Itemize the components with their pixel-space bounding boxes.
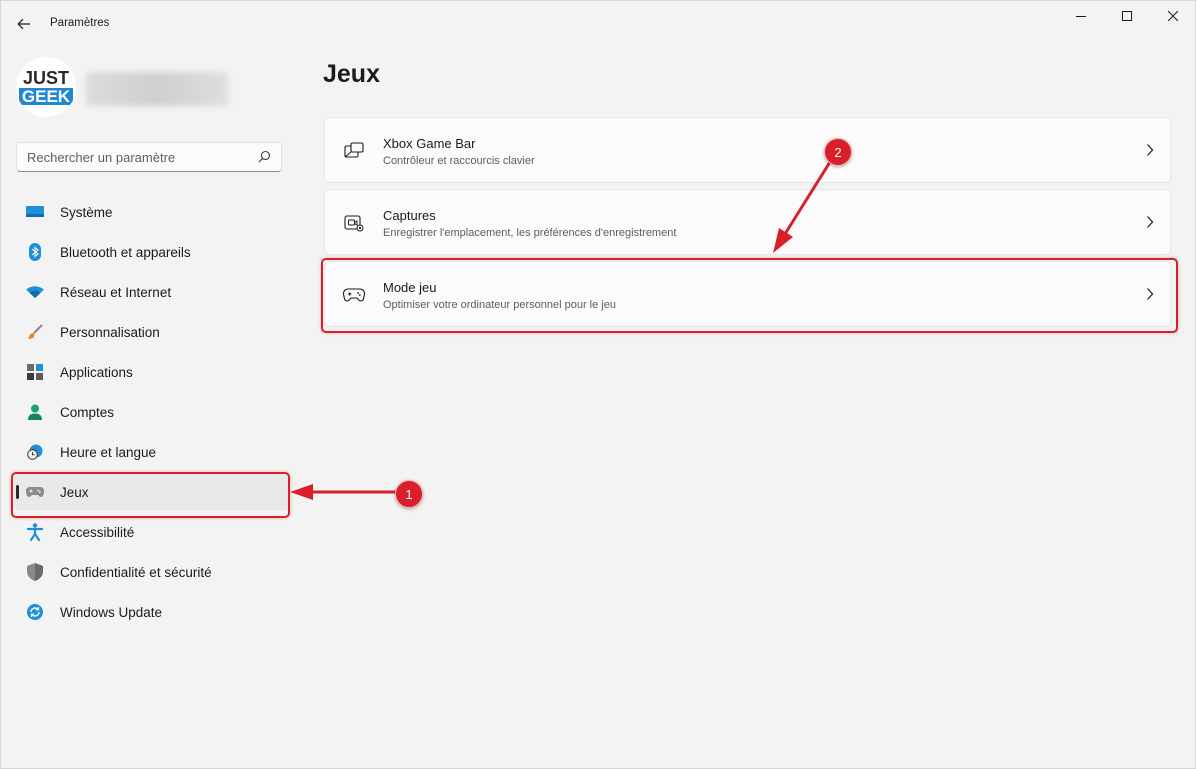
title-bar: Paramètres [0, 0, 1196, 48]
chevron-right-icon [1147, 288, 1154, 300]
step-badge-2: 2 [824, 138, 852, 166]
app-title: Paramètres [50, 17, 110, 29]
profile-name-blurred [86, 72, 228, 106]
minimize-icon [1076, 16, 1086, 17]
card-mode-jeu[interactable]: Mode jeu Optimiser votre ordinateur pers… [324, 261, 1171, 327]
card-subtitle: Optimiser votre ordinateur personnel pou… [383, 299, 616, 311]
chevron-right-icon [1147, 144, 1154, 156]
accessibility-icon [26, 523, 44, 541]
close-button[interactable] [1150, 0, 1196, 32]
card-xbox-game-bar[interactable]: Xbox Game Bar Contrôleur et raccourcis c… [324, 117, 1171, 183]
minimize-button[interactable] [1058, 0, 1104, 32]
game-bar-icon [343, 141, 365, 161]
card-title: Captures [383, 208, 436, 223]
sidebar-item-label: Jeux [60, 484, 89, 500]
sidebar-nav: Système Bluetooth et appareils Réseau et… [14, 194, 290, 634]
avatar[interactable]: JUST GEEK [16, 57, 76, 117]
gamepad-icon [26, 484, 44, 500]
update-icon [26, 604, 44, 620]
sidebar-item-jeux[interactable]: Jeux [14, 474, 290, 510]
search-icon[interactable] [258, 150, 271, 168]
sidebar-item-label: Applications [60, 364, 133, 380]
system-icon [26, 204, 44, 220]
sidebar-item-label: Heure et langue [60, 444, 157, 460]
just-geek-logo: JUST GEEK [19, 68, 73, 106]
sidebar-item-comptes[interactable]: Comptes [14, 394, 290, 430]
card-title: Xbox Game Bar [383, 136, 476, 151]
sidebar-item-label: Système [60, 204, 113, 220]
chevron-right-icon [1147, 216, 1154, 228]
card-captures[interactable]: Captures Enregistrer l'emplacement, les … [324, 189, 1171, 255]
bluetooth-icon [26, 243, 44, 261]
maximize-icon [1122, 11, 1132, 21]
sidebar-item-heure-langue[interactable]: Heure et langue [14, 434, 290, 470]
sidebar-item-label: Bluetooth et appareils [60, 244, 191, 260]
account-icon [26, 404, 44, 420]
search-box[interactable] [16, 142, 282, 172]
card-subtitle: Contrôleur et raccourcis clavier [383, 155, 535, 167]
sidebar-item-label: Accessibilité [60, 524, 135, 540]
sidebar-item-applications[interactable]: Applications [14, 354, 290, 390]
step-badge-1: 1 [395, 480, 423, 508]
apps-icon [26, 364, 44, 380]
close-icon [1168, 11, 1178, 21]
sidebar-item-label: Personnalisation [60, 324, 160, 340]
back-arrow-icon [17, 18, 30, 30]
svg-text:GEEK: GEEK [22, 87, 71, 106]
svg-text:JUST: JUST [23, 68, 69, 88]
sidebar-item-label: Confidentialité et sécurité [60, 564, 212, 580]
active-indicator [16, 485, 19, 499]
sidebar-item-windows-update[interactable]: Windows Update [14, 594, 290, 630]
sidebar-item-label: Comptes [60, 404, 115, 420]
sidebar-item-personnalisation[interactable]: Personnalisation [14, 314, 290, 350]
sidebar-item-label: Windows Update [60, 604, 163, 620]
gamepad-icon [343, 285, 365, 305]
maximize-button[interactable] [1104, 0, 1150, 32]
card-subtitle: Enregistrer l'emplacement, les préférenc… [383, 227, 677, 239]
sidebar-item-confidentialite[interactable]: Confidentialité et sécurité [14, 554, 290, 590]
page-title: Jeux [323, 60, 380, 88]
sidebar-item-accessibilite[interactable]: Accessibilité [14, 514, 290, 550]
clock-globe-icon [26, 444, 44, 460]
search-input[interactable] [17, 143, 257, 171]
shield-icon [26, 563, 44, 581]
sidebar-item-systeme[interactable]: Système [14, 194, 290, 230]
sidebar-item-label: Réseau et Internet [60, 284, 172, 300]
sidebar-item-reseau[interactable]: Réseau et Internet [14, 274, 290, 310]
brush-icon [26, 324, 44, 340]
sidebar-item-bluetooth[interactable]: Bluetooth et appareils [14, 234, 290, 270]
capture-icon [343, 213, 365, 233]
card-title: Mode jeu [383, 280, 437, 295]
wifi-icon [26, 284, 44, 300]
arrow-1-head [290, 484, 313, 500]
back-button[interactable] [10, 10, 38, 38]
